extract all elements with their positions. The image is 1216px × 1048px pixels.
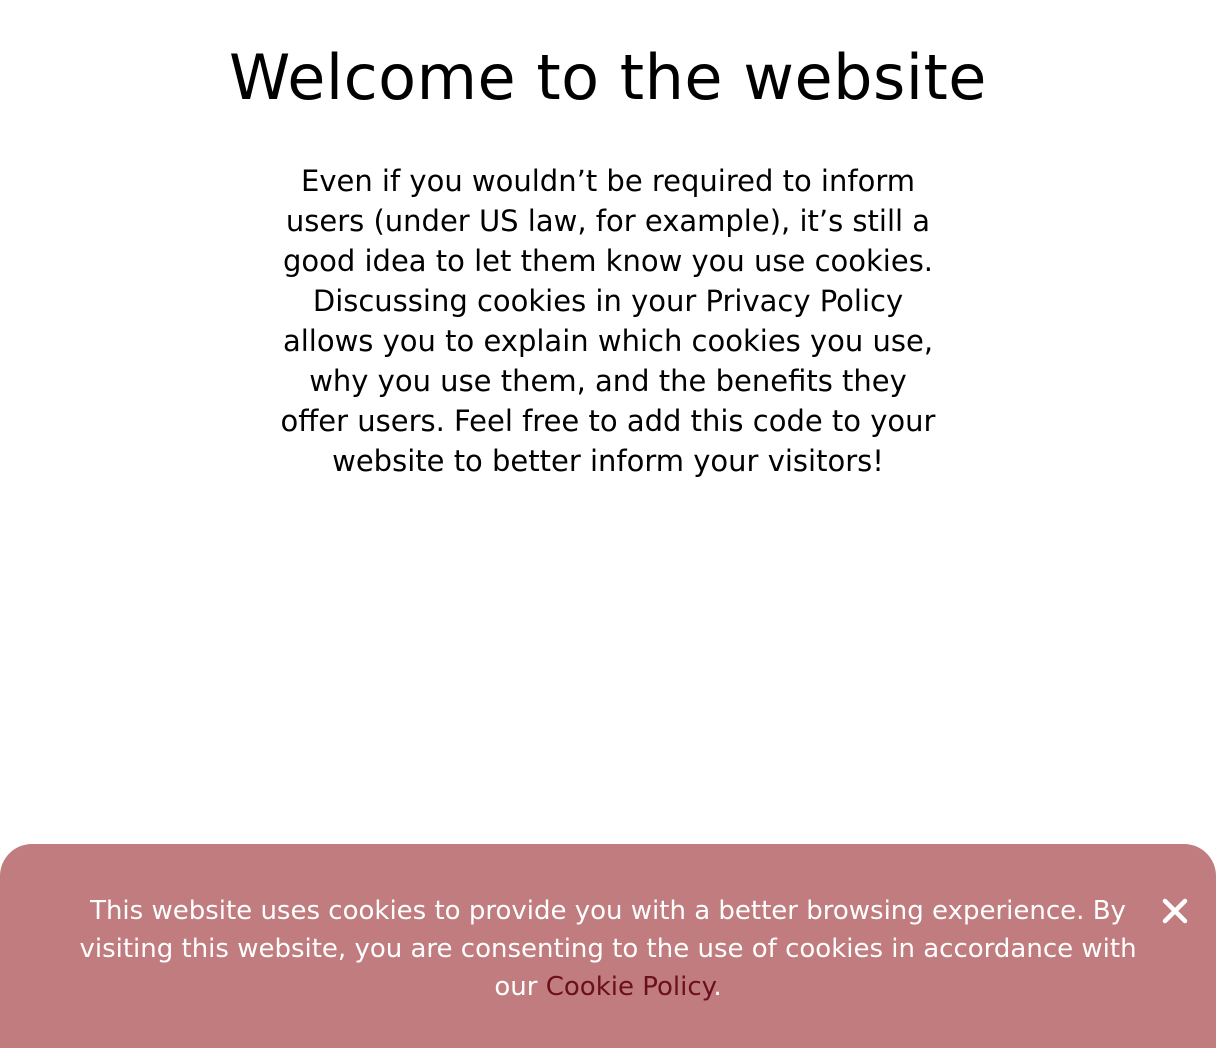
close-banner-button[interactable] xyxy=(1158,894,1192,928)
page: Welcome to the website Even if you would… xyxy=(0,0,1216,1048)
intro-paragraph: Even if you wouldn’t be required to info… xyxy=(280,164,936,478)
cookie-banner: This website uses cookies to provide you… xyxy=(0,844,1216,1048)
close-icon xyxy=(1162,898,1188,924)
page-title: Welcome to the website xyxy=(229,41,987,114)
main-content: Welcome to the website Even if you would… xyxy=(0,0,1216,481)
cookie-message-end: . xyxy=(713,972,722,1002)
cookie-policy-link[interactable]: Cookie Policy xyxy=(546,972,714,1002)
cookie-message: This website uses cookies to provide you… xyxy=(78,892,1138,1006)
